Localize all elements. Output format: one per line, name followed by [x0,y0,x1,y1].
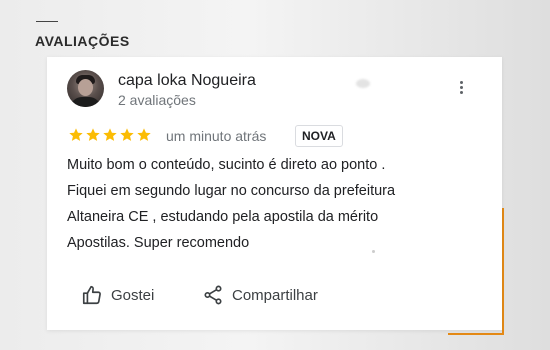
review-time: um minuto atrás [166,128,267,144]
thumb-up-icon [82,285,101,305]
blurred-mark [356,79,370,88]
review-text-line: Muito bom o conteúdo, sucinto é direto a… [67,157,386,173]
accent-line-horizontal [448,333,504,335]
author-name[interactable]: capa loka Nogueira [118,72,256,90]
star-icon [120,128,134,141]
review-text-line: Altaneira CE , estudando pela apostila d… [67,209,379,225]
share-icon [204,285,222,305]
section-rule [36,21,58,22]
star-rating [68,127,152,143]
new-badge: NOVA [295,125,343,147]
like-label: Gostei [111,286,155,304]
star-icon [86,128,100,141]
author-review-count: 2 avaliações [118,92,196,108]
share-label: Compartilhar [232,286,318,304]
review-card: capa loka Nogueira 2 avaliações um minut… [47,57,502,330]
share-button[interactable]: Compartilhar [202,284,318,306]
faint-dot [372,250,375,253]
star-icon [137,128,151,141]
review-text-line: Fiquei em segundo lugar no concurso da p… [67,183,396,199]
review-text-line: Apostilas. Super recomendo [67,235,250,251]
avatar[interactable] [67,70,104,107]
more-vert-icon[interactable] [457,81,465,101]
star-icon [103,128,117,141]
review-text: Muito bom o conteúdo, sucinto é direto a… [67,152,395,256]
like-button[interactable]: Gostei [81,284,154,306]
accent-line-vertical [502,208,504,335]
star-icon [69,128,83,141]
section-title: AVALIAÇÕES [35,33,130,49]
